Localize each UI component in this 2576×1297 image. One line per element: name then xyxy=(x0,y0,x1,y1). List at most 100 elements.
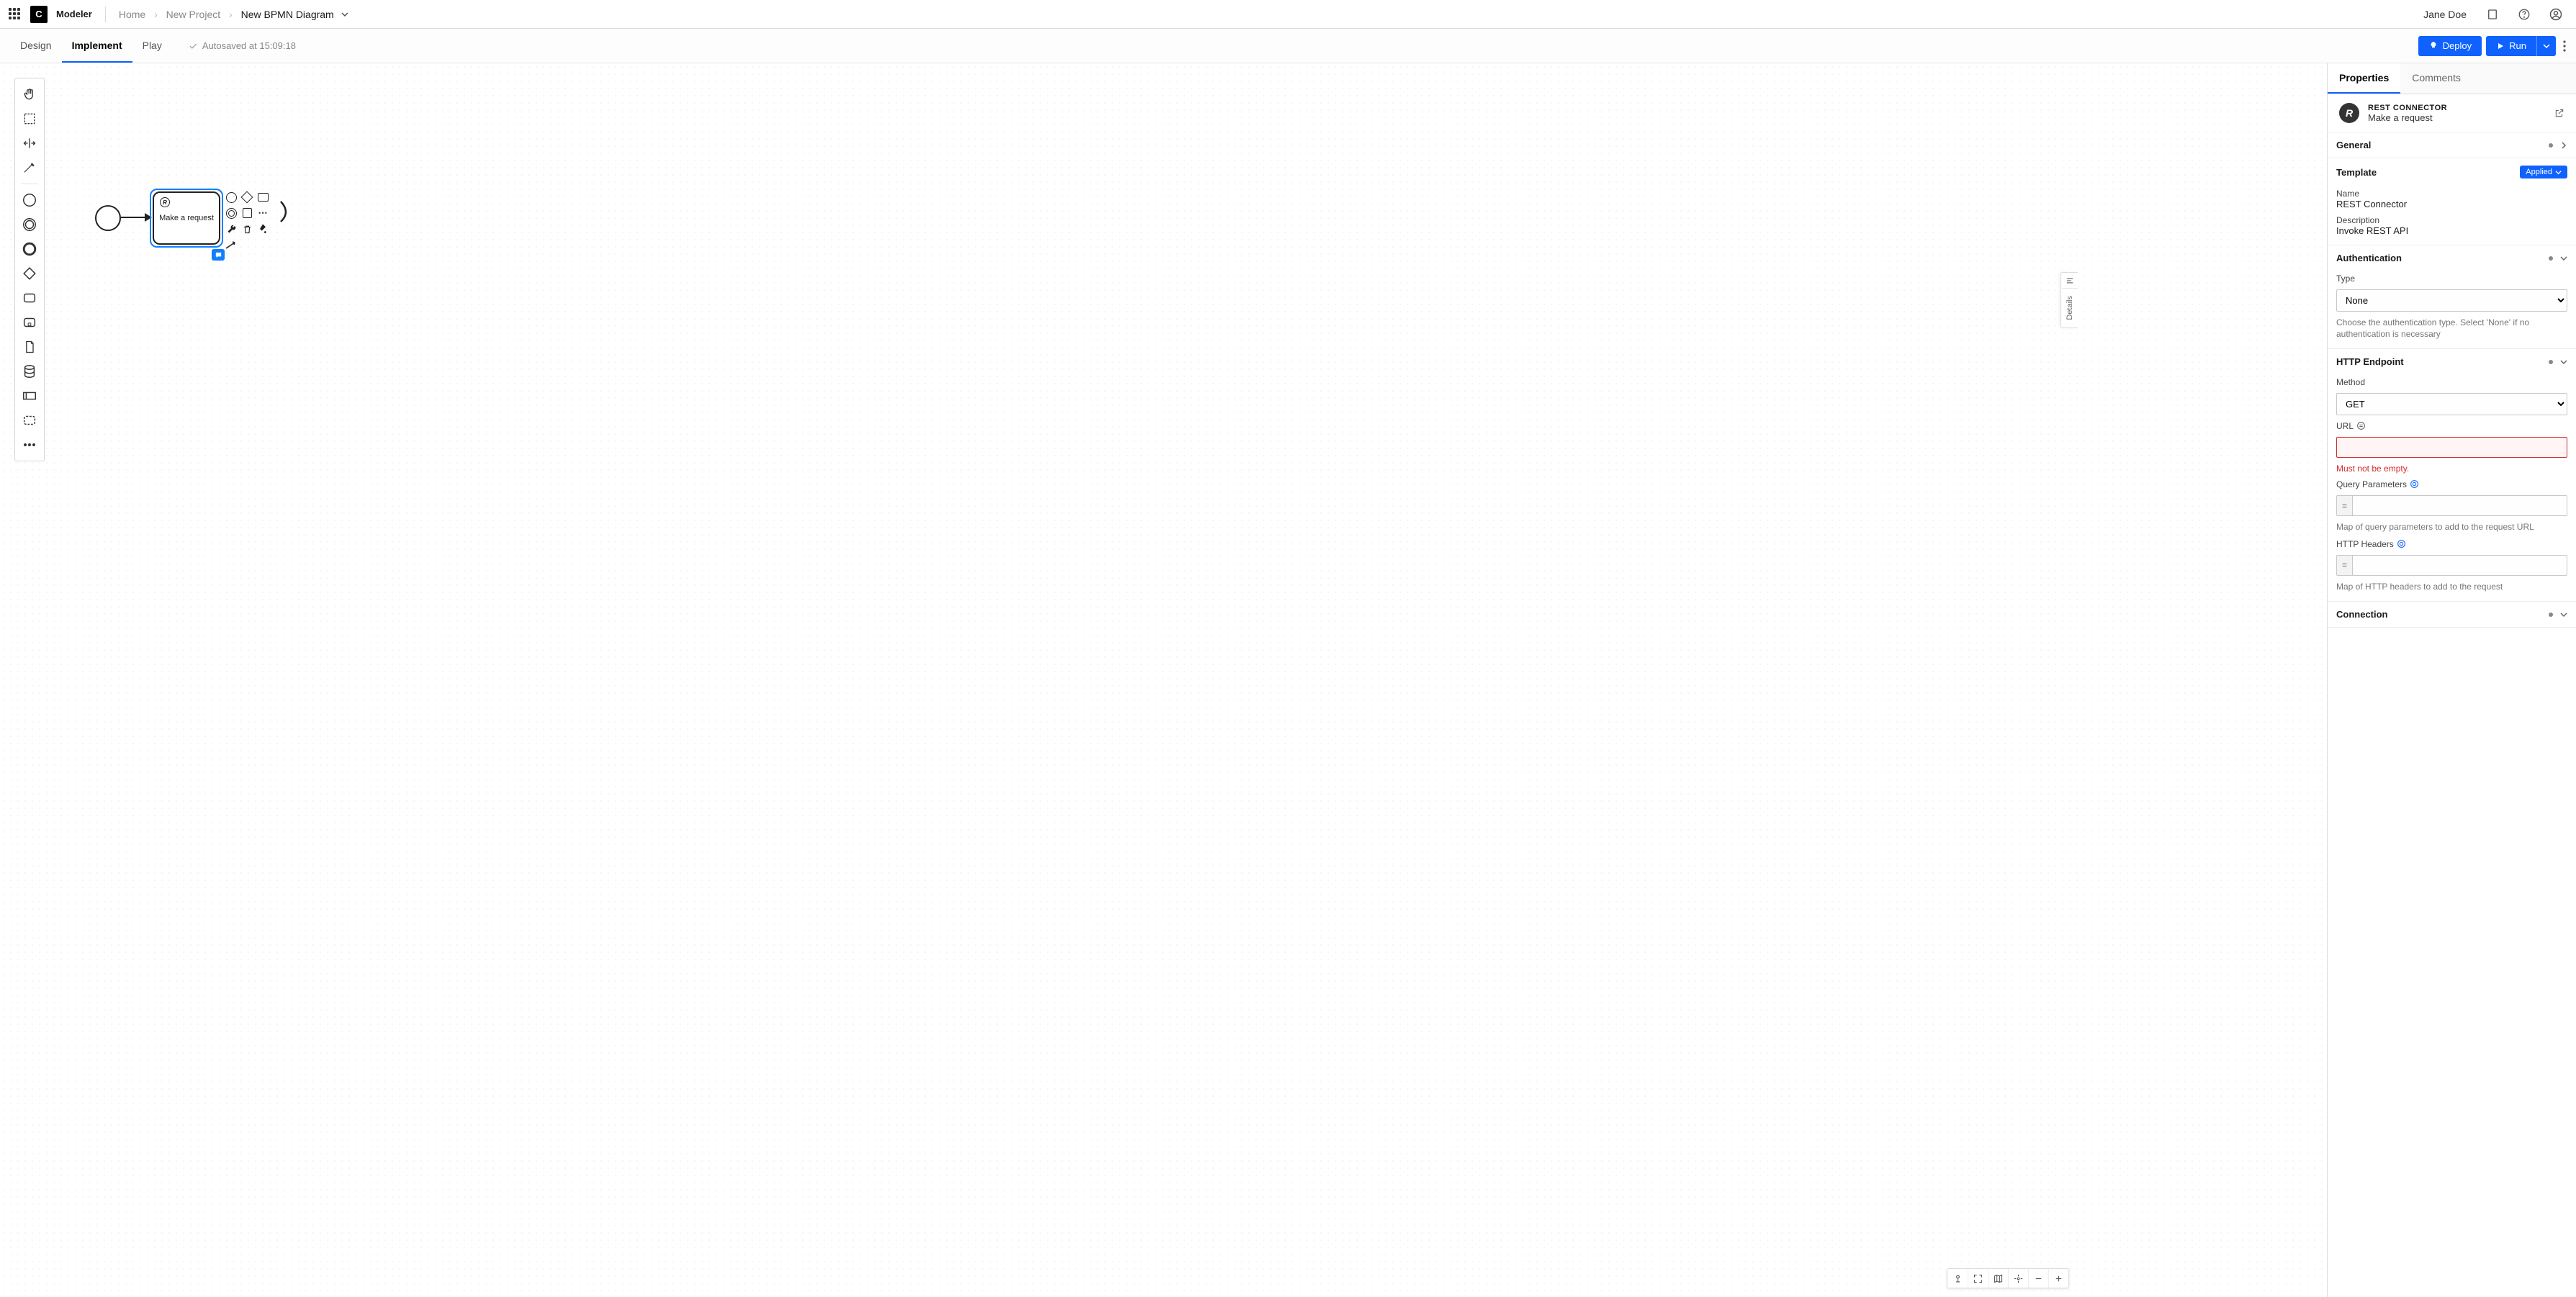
append-intermediate-event[interactable] xyxy=(225,207,238,220)
http-headers-input[interactable] xyxy=(2352,555,2567,576)
data-object-tool[interactable] xyxy=(18,335,41,358)
bpmn-start-event[interactable] xyxy=(95,205,121,231)
breadcrumb-project[interactable]: New Project xyxy=(166,9,220,20)
task-body[interactable]: R Make a request xyxy=(153,191,220,245)
breadcrumb: Home › New Project › New BPMN Diagram xyxy=(119,9,348,20)
run-dropdown-button[interactable] xyxy=(2536,36,2556,56)
modified-dot-icon xyxy=(2549,143,2553,148)
details-tab-label[interactable]: Details xyxy=(2066,289,2074,327)
bpmn-task-node[interactable]: R Make a request xyxy=(151,190,222,246)
change-type[interactable] xyxy=(225,222,238,235)
query-params-label: Query Parameters xyxy=(2336,479,2567,489)
data-store-tool[interactable] xyxy=(18,360,41,383)
connect-arrow[interactable] xyxy=(225,238,238,251)
breadcrumb-home[interactable]: Home xyxy=(119,9,145,20)
template-name-label: Name xyxy=(2336,189,2567,199)
group-tool[interactable] xyxy=(18,409,41,432)
org-icon[interactable] xyxy=(2485,7,2500,22)
end-event-tool[interactable] xyxy=(18,238,41,261)
start-event-tool[interactable] xyxy=(18,189,41,212)
section-authentication-header[interactable]: Authentication xyxy=(2328,245,2576,271)
feel-required-icon[interactable] xyxy=(2397,539,2407,549)
task-label: Make a request xyxy=(159,214,214,222)
more-tools[interactable] xyxy=(18,433,41,456)
modified-dot-icon xyxy=(2549,256,2553,261)
autosave-status: Autosaved at 15:09:18 xyxy=(188,40,296,51)
app-name: Modeler xyxy=(56,9,92,19)
diagram-canvas[interactable]: R Make a request Details xyxy=(0,63,2327,1297)
template-desc-label: Description xyxy=(2336,215,2567,225)
user-name: Jane Doe xyxy=(2423,9,2467,20)
tab-design[interactable]: Design xyxy=(10,29,62,63)
app-logo[interactable]: C xyxy=(30,6,48,23)
auth-type-select[interactable]: None xyxy=(2336,289,2567,312)
task-tool[interactable] xyxy=(18,286,41,309)
feel-toggle-icon[interactable] xyxy=(2356,421,2366,431)
panel-tabs: Properties Comments xyxy=(2328,63,2576,94)
more-menu-icon[interactable] xyxy=(2563,40,2566,52)
reset-view-icon[interactable] xyxy=(1947,1269,1968,1288)
intermediate-event-tool[interactable] xyxy=(18,213,41,236)
feel-required-icon[interactable] xyxy=(2410,479,2420,489)
deploy-button[interactable]: Deploy xyxy=(2418,36,2482,56)
minimap-icon[interactable] xyxy=(1988,1269,2008,1288)
color-element[interactable] xyxy=(256,222,269,235)
run-button[interactable]: Run xyxy=(2486,36,2536,56)
apps-grid-icon[interactable] xyxy=(9,8,22,21)
method-select[interactable]: GET xyxy=(2336,393,2567,415)
auth-type-label: Type xyxy=(2336,274,2567,284)
panel-header-title: REST CONNECTOR xyxy=(2368,104,2447,112)
space-tool[interactable] xyxy=(18,132,41,155)
section-connection-header[interactable]: Connection xyxy=(2328,602,2576,627)
workspace: R Make a request Details xyxy=(0,63,2576,1297)
context-more[interactable] xyxy=(256,207,269,220)
section-http-endpoint: HTTP Endpoint Method GET URL Must not be… xyxy=(2328,349,2576,602)
details-toggle-icon[interactable] xyxy=(2062,273,2078,289)
panel-tab-comments[interactable]: Comments xyxy=(2400,63,2472,94)
account-icon[interactable] xyxy=(2549,7,2563,22)
breadcrumb-diagram[interactable]: New BPMN Diagram xyxy=(241,9,334,20)
properties-panel: Properties Comments R REST CONNECTOR Mak… xyxy=(2327,63,2576,1297)
canvas-controls xyxy=(1947,1268,2069,1288)
tool-palette xyxy=(14,78,45,461)
comment-indicator-icon[interactable] xyxy=(212,249,225,261)
connect-tool[interactable] xyxy=(18,156,41,179)
help-icon[interactable] xyxy=(2517,7,2531,22)
fit-view-icon[interactable] xyxy=(1968,1269,1988,1288)
section-general-header[interactable]: General xyxy=(2328,132,2576,158)
panel-tab-properties[interactable]: Properties xyxy=(2328,63,2400,94)
append-task[interactable] xyxy=(256,191,269,204)
bpmn-sequence-flow[interactable] xyxy=(121,217,151,218)
connector-icon: R xyxy=(2339,103,2359,123)
connector-badge-icon: R xyxy=(160,197,170,207)
hand-tool[interactable] xyxy=(18,83,41,106)
delete-element[interactable] xyxy=(240,222,253,235)
section-template-header[interactable]: Template Applied xyxy=(2328,158,2576,186)
section-general: General xyxy=(2328,132,2576,158)
append-gateway[interactable] xyxy=(240,191,253,204)
top-bar: C Modeler Home › New Project › New BPMN … xyxy=(0,0,2576,29)
tab-play[interactable]: Play xyxy=(132,29,172,63)
gateway-tool[interactable] xyxy=(18,262,41,285)
section-http-endpoint-header[interactable]: HTTP Endpoint xyxy=(2328,349,2576,374)
append-annotation[interactable] xyxy=(240,207,253,220)
open-external-icon[interactable] xyxy=(2554,108,2564,118)
zoom-out-icon[interactable] xyxy=(2028,1269,2048,1288)
attach-boundary[interactable] xyxy=(279,198,292,225)
breadcrumb-chevron-icon[interactable] xyxy=(341,11,348,18)
pool-tool[interactable] xyxy=(18,384,41,407)
zoom-in-icon[interactable] xyxy=(2048,1269,2068,1288)
applied-badge[interactable]: Applied xyxy=(2520,166,2567,178)
tab-implement[interactable]: Implement xyxy=(62,29,132,63)
subprocess-tool[interactable] xyxy=(18,311,41,334)
url-input[interactable] xyxy=(2336,437,2567,458)
section-authentication: Authentication Type None Choose the auth… xyxy=(2328,245,2576,349)
query-params-input[interactable] xyxy=(2352,495,2567,516)
center-icon[interactable] xyxy=(2008,1269,2028,1288)
feel-equals-prefix: = xyxy=(2336,495,2352,516)
chevron-down-icon xyxy=(2560,255,2567,262)
lasso-tool[interactable] xyxy=(18,107,41,130)
url-label: URL xyxy=(2336,421,2567,431)
divider xyxy=(105,6,106,22)
append-end-event[interactable] xyxy=(225,191,238,204)
